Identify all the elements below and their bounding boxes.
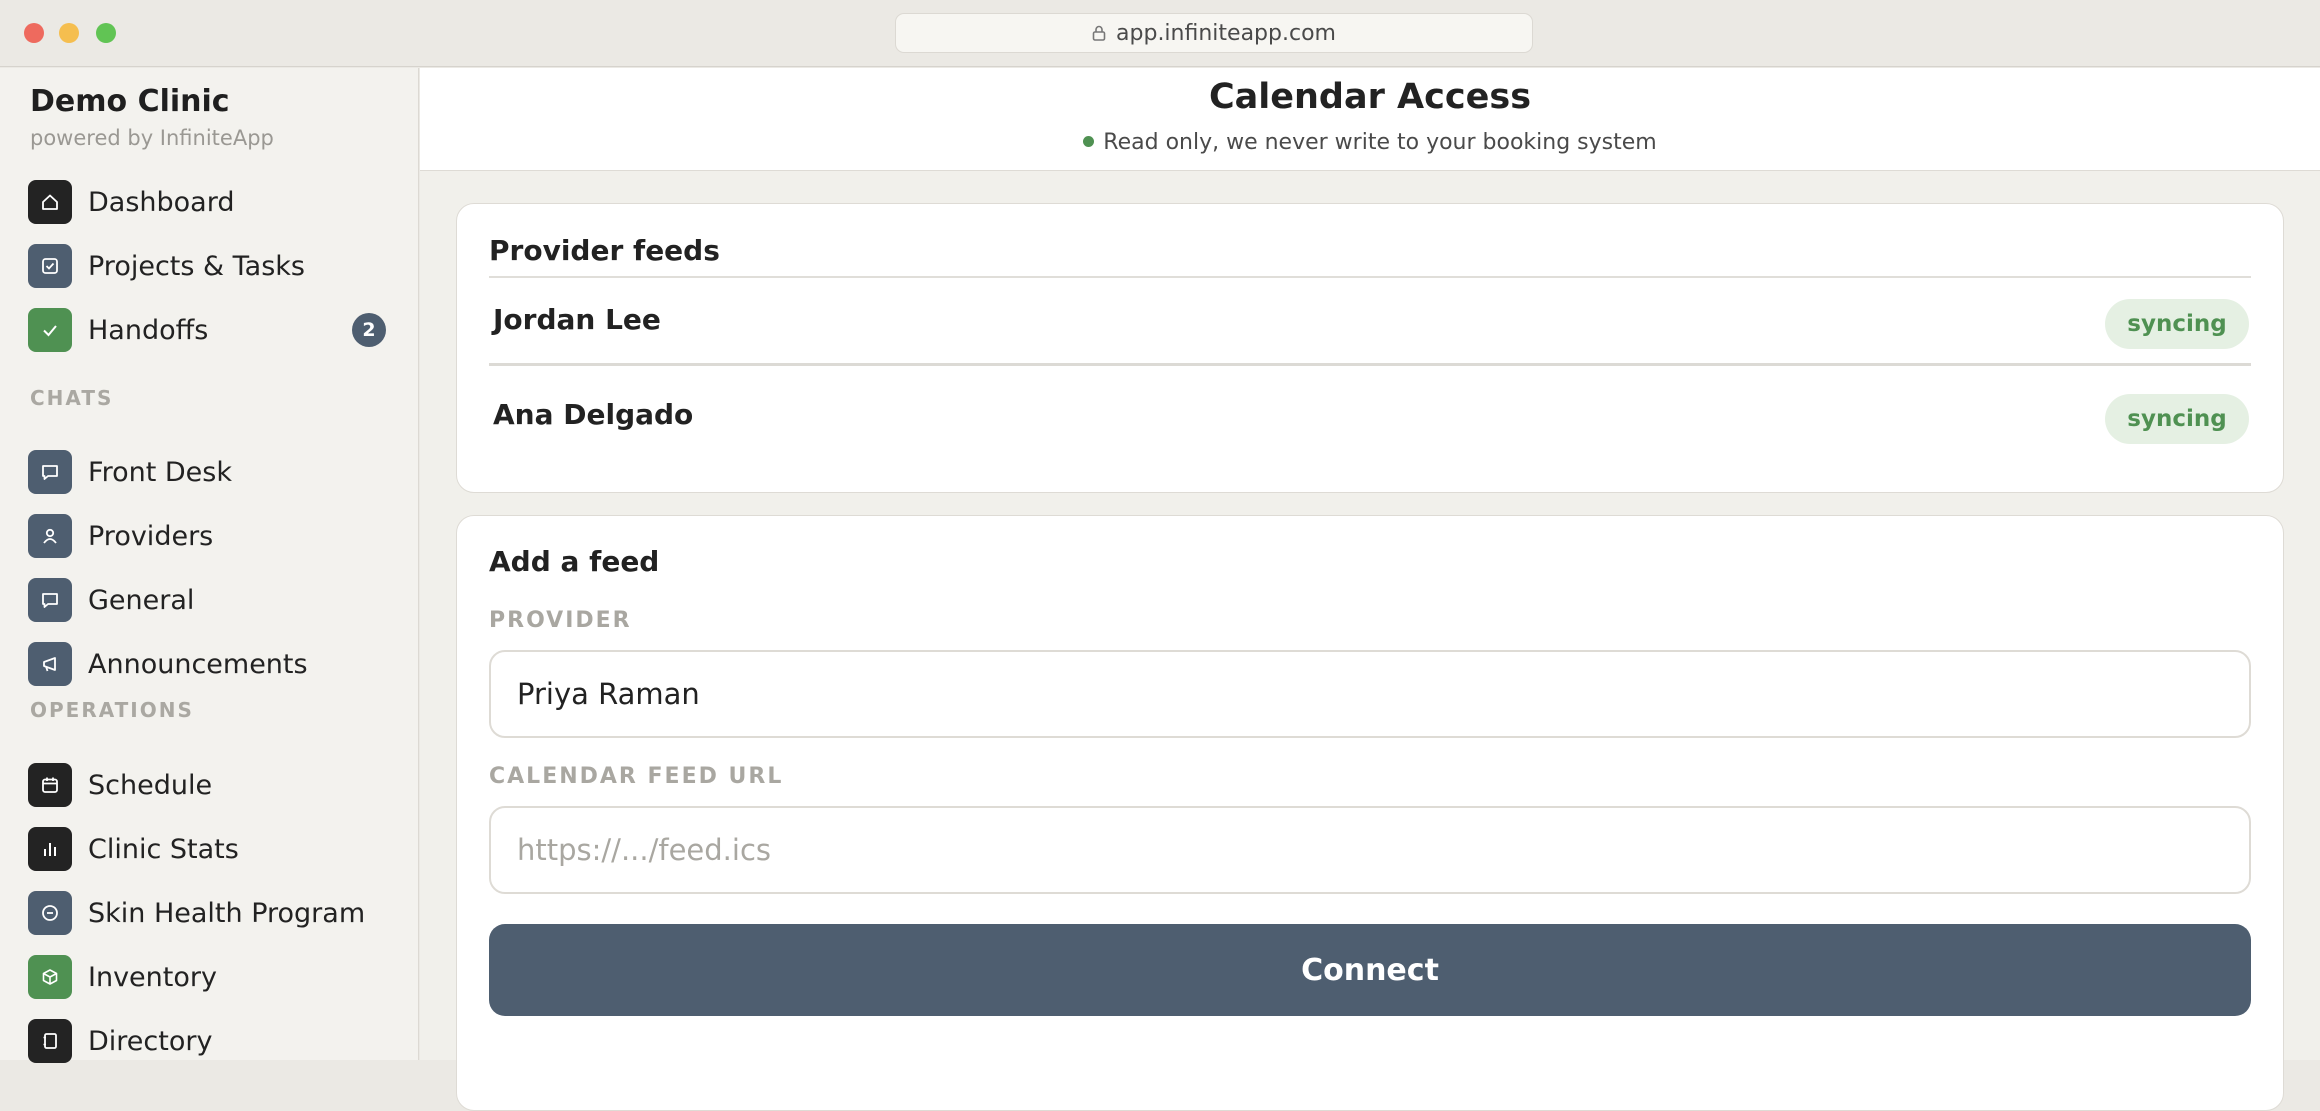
sidebar-item-label: Clinic Stats bbox=[88, 833, 239, 865]
clinic-name: Demo Clinic bbox=[30, 84, 230, 119]
sidebar-item-label: Schedule bbox=[88, 769, 213, 801]
sidebar-item-label: Front Desk bbox=[88, 456, 232, 488]
handoffs-count-badge: 2 bbox=[352, 313, 386, 347]
provider-field-label: PROVIDER bbox=[489, 608, 632, 633]
connect-button[interactable]: Connect bbox=[489, 924, 2251, 1016]
minimize-window-button[interactable] bbox=[59, 23, 79, 43]
feed-row[interactable]: Ana Delgado syncing bbox=[489, 370, 2251, 460]
main-content: Calendar Access Read only, we never writ… bbox=[420, 68, 2320, 1111]
sidebar: Demo Clinic powered by InfiniteApp Dashb… bbox=[0, 68, 419, 1063]
status-dot-icon bbox=[1083, 136, 1095, 147]
provider-feeds-card: Provider feeds Jordan Lee syncing Ana De… bbox=[456, 203, 2284, 493]
add-feed-title: Add a feed bbox=[489, 545, 660, 578]
add-feed-card: Add a feed PROVIDER CALENDAR FEED URL Co… bbox=[456, 515, 2284, 1111]
page-subtitle: Read only, we never write to your bookin… bbox=[420, 130, 2320, 155]
address-bar[interactable]: app.infiniteapp.com bbox=[895, 13, 1533, 53]
calendar-url-field-label: CALENDAR FEED URL bbox=[489, 764, 784, 789]
checkbox-icon bbox=[28, 244, 72, 288]
sidebar-item-skin-health-program[interactable]: Skin Health Program bbox=[28, 890, 398, 936]
book-icon bbox=[28, 1019, 72, 1063]
sidebar-item-label: Announcements bbox=[88, 648, 308, 680]
box-icon bbox=[28, 955, 72, 999]
feed-row[interactable]: Jordan Lee syncing bbox=[489, 276, 2251, 366]
calendar-url-input[interactable] bbox=[489, 806, 2251, 894]
sidebar-item-front-desk[interactable]: Front Desk bbox=[28, 449, 398, 495]
sidebar-item-label: Handoffs bbox=[88, 314, 209, 346]
sidebar-item-label: General bbox=[88, 584, 195, 616]
sidebar-item-dashboard[interactable]: Dashboard bbox=[28, 179, 398, 225]
operations-section-heading: OPERATIONS bbox=[30, 698, 194, 722]
feed-provider-name: Ana Delgado bbox=[493, 398, 694, 431]
powered-by-text: powered by InfiniteApp bbox=[30, 126, 274, 150]
sidebar-item-label: Inventory bbox=[88, 961, 217, 993]
provider-input[interactable] bbox=[489, 650, 2251, 738]
sync-status-badge: syncing bbox=[2105, 299, 2249, 349]
sidebar-item-announcements[interactable]: Announcements bbox=[28, 641, 398, 687]
calendar-icon bbox=[28, 763, 72, 807]
read-only-notice: Read only, we never write to your bookin… bbox=[1103, 130, 1657, 155]
sidebar-item-inventory[interactable]: Inventory bbox=[28, 954, 398, 1000]
sidebar-item-label: Projects & Tasks bbox=[88, 250, 306, 282]
close-window-button[interactable] bbox=[24, 23, 44, 43]
page-title: Calendar Access bbox=[1208, 77, 1532, 117]
sidebar-item-label: Directory bbox=[88, 1025, 213, 1057]
bar-chart-icon bbox=[28, 827, 72, 871]
page-header: Calendar Access Read only, we never writ… bbox=[420, 68, 2320, 171]
lock-icon bbox=[1092, 25, 1106, 41]
sync-status-badge: syncing bbox=[2105, 394, 2249, 444]
chats-section-heading: CHATS bbox=[30, 386, 114, 410]
sidebar-item-projects-tasks[interactable]: Projects & Tasks bbox=[28, 243, 398, 289]
megaphone-icon bbox=[28, 642, 72, 686]
home-icon bbox=[28, 180, 72, 224]
browser-titlebar: app.infiniteapp.com bbox=[0, 0, 2320, 67]
sidebar-item-label: Providers bbox=[88, 520, 214, 552]
sidebar-item-schedule[interactable]: Schedule bbox=[28, 762, 398, 808]
url-text: app.infiniteapp.com bbox=[1116, 20, 1336, 46]
chat-bubble-icon bbox=[28, 578, 72, 622]
sidebar-item-label: Skin Health Program bbox=[88, 897, 366, 929]
sidebar-item-handoffs[interactable]: Handoffs 2 bbox=[28, 307, 398, 353]
sidebar-item-clinic-stats[interactable]: Clinic Stats bbox=[28, 826, 398, 872]
sidebar-item-providers[interactable]: Providers bbox=[28, 513, 398, 559]
sidebar-item-label: Dashboard bbox=[88, 186, 235, 218]
check-icon bbox=[28, 308, 72, 352]
person-icon bbox=[28, 514, 72, 558]
sidebar-item-general[interactable]: General bbox=[28, 577, 398, 623]
feed-provider-name: Jordan Lee bbox=[493, 303, 661, 336]
sidebar-item-directory[interactable]: Directory bbox=[28, 1018, 398, 1064]
provider-feeds-title: Provider feeds bbox=[489, 234, 720, 267]
circle-minus-icon bbox=[28, 891, 72, 935]
maximize-window-button[interactable] bbox=[96, 23, 116, 43]
chat-bubble-icon bbox=[28, 450, 72, 494]
